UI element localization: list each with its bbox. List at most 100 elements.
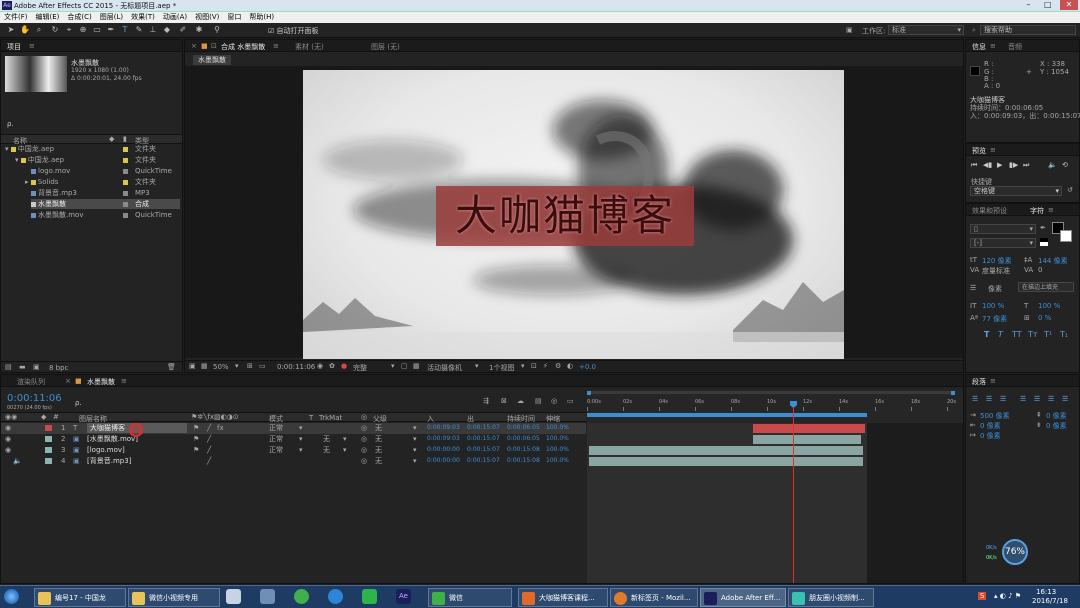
close-tab-icon[interactable]: ×: [191, 42, 197, 50]
menu-layer[interactable]: 图层(L): [96, 12, 127, 23]
list-item[interactable]: ▾ 中国龙.aep 文件夹: [15, 155, 180, 165]
label-color-swatch[interactable]: [45, 458, 52, 464]
stroke-color-swatch[interactable]: [1060, 230, 1072, 242]
layer-stretch[interactable]: 100.0%: [546, 423, 569, 433]
show-channel-icon[interactable]: ✿: [329, 362, 335, 370]
ae-taskbar-icon[interactable]: Ae: [396, 589, 411, 604]
align-left-icon[interactable]: ☰: [972, 395, 978, 403]
parent-pickwhip-icon[interactable]: ◎: [361, 434, 367, 444]
close-button[interactable]: ✕: [1060, 0, 1078, 10]
layer-in[interactable]: 0:00:09:03: [427, 423, 460, 433]
layer-bar-1[interactable]: [753, 424, 865, 433]
layer-duration[interactable]: 0:00:15:08: [507, 456, 540, 466]
layer-parent[interactable]: 无: [375, 456, 382, 466]
reset-exposure-icon[interactable]: ◐: [567, 362, 573, 370]
workspace-select[interactable]: 标准 ▾: [888, 25, 964, 35]
panel-menu-icon[interactable]: ≡: [121, 377, 127, 385]
camera-tool-icon[interactable]: ⌖: [64, 25, 74, 35]
justify-left-icon[interactable]: ☰: [1020, 395, 1026, 403]
tab-character[interactable]: 字符: [1030, 206, 1044, 216]
prev-frame-icon[interactable]: ◀▮: [983, 161, 992, 169]
label-color-swatch[interactable]: [45, 436, 52, 442]
new-folder-icon[interactable]: ▬: [19, 363, 26, 371]
zoom-tool-icon[interactable]: ⌕: [34, 25, 44, 35]
first-frame-icon[interactable]: ⏮: [971, 161, 977, 170]
eyedropper-icon[interactable]: ✒: [1040, 224, 1046, 232]
selection-tool-icon[interactable]: ➤: [6, 25, 16, 35]
viewer-canvas[interactable]: 大咖猫博客: [185, 66, 963, 359]
faux-italic-button[interactable]: T: [998, 330, 1003, 339]
menu-window[interactable]: 窗口: [223, 12, 245, 23]
col-trkmat[interactable]: TrkMat: [319, 414, 342, 422]
indent-first-value[interactable]: 0 像素: [980, 431, 1001, 441]
panel-menu-icon[interactable]: ≡: [990, 42, 996, 50]
tab-paragraph[interactable]: 段落: [972, 377, 986, 387]
shy-switch-icon[interactable]: ⚑: [193, 445, 199, 455]
shy-switch-icon[interactable]: ⚑: [193, 434, 199, 444]
horizontal-scale-value[interactable]: 100 %: [1038, 302, 1060, 310]
fx-switch-icon[interactable]: fx: [217, 423, 224, 433]
layer-trkmat[interactable]: 无: [323, 434, 330, 444]
align-center-icon[interactable]: ☰: [986, 395, 992, 403]
puppet-pin-tool-icon[interactable]: ⚲: [212, 25, 222, 35]
maximize-button[interactable]: □: [1041, 0, 1055, 10]
parent-pickwhip-icon[interactable]: ◎: [361, 456, 367, 466]
breadcrumb[interactable]: 水墨飘散: [193, 55, 231, 65]
menu-file[interactable]: 文件(F): [0, 12, 32, 23]
table-row[interactable]: ◉ 2 ▣ [水墨飘散.mov] ⚑ ╱ 正常 ▾ 无 ▾ ◎ 无 ▾ 0:00…: [1, 434, 586, 445]
tracking-value[interactable]: 0: [1038, 266, 1042, 274]
subscript-button[interactable]: T₁: [1060, 330, 1068, 339]
type-tool-icon[interactable]: T: [120, 25, 130, 35]
font-style-select[interactable]: [-] ▾: [970, 238, 1036, 248]
justify-all-icon[interactable]: ☰: [1062, 395, 1068, 403]
layer-out[interactable]: 0:00:15:07: [467, 456, 500, 466]
last-frame-icon[interactable]: ⏭: [1023, 161, 1029, 170]
taskbar-item-firefox[interactable]: 新标签页 - Mozil...: [610, 588, 698, 607]
panel-menu-icon[interactable]: ≡: [1048, 206, 1054, 214]
indent-left-value[interactable]: 500 像素: [980, 411, 1010, 421]
justify-right-icon[interactable]: ☰: [1048, 395, 1054, 403]
taskbar-item-explorer[interactable]: 编号17 - 中国龙: [34, 588, 126, 607]
zoom-select[interactable]: 50%: [213, 363, 229, 371]
hand-tool-icon[interactable]: ✋: [20, 25, 30, 35]
all-caps-button[interactable]: TT: [1012, 330, 1022, 339]
trash-icon[interactable]: 🗑: [167, 363, 176, 371]
viewer-timecode[interactable]: 0:00:11:06: [277, 363, 315, 371]
region-interest-icon[interactable]: ▢: [401, 362, 408, 370]
browser-360-icon[interactable]: [294, 589, 309, 604]
clock-date[interactable]: 2016/7/18: [1032, 597, 1068, 605]
camera-select[interactable]: 活动摄像机: [427, 363, 462, 373]
eraser-tool-icon[interactable]: ◆: [162, 25, 172, 35]
menu-animation[interactable]: 动画(A): [159, 12, 191, 23]
resolution-icon[interactable]: ⊞: [247, 362, 253, 370]
tab-footage[interactable]: 素材 (无): [295, 42, 324, 52]
layer-out[interactable]: 0:00:15:07: [467, 423, 500, 433]
list-item[interactable]: logo.mov QuickTime: [31, 166, 180, 176]
faux-bold-button[interactable]: T: [984, 330, 989, 339]
reset-icon[interactable]: ↺: [1067, 186, 1073, 194]
navigator-start-handle[interactable]: [587, 391, 591, 395]
visibility-eye-icon[interactable]: ◉: [5, 423, 11, 433]
tool-icon[interactable]: [260, 589, 275, 604]
panel-menu-icon[interactable]: ≡: [29, 42, 35, 50]
rotate-tool-icon[interactable]: ↻: [50, 25, 60, 35]
puppet-tool-icon[interactable]: ✱: [194, 25, 204, 35]
shortcut-select[interactable]: 空格键 ▾: [970, 186, 1062, 196]
draft-3d-icon[interactable]: ⊠: [501, 397, 507, 405]
menu-effect[interactable]: 效果(T): [127, 12, 159, 23]
font-size-value[interactable]: 120 像素: [982, 256, 1012, 266]
stroke-width-value[interactable]: 像素: [988, 284, 1002, 294]
layer-out[interactable]: 0:00:15:07: [467, 434, 500, 444]
navigator-end-handle[interactable]: [951, 391, 955, 395]
timeline-timecode[interactable]: 0:00:11:06: [7, 393, 62, 404]
layer-duration[interactable]: 0:00:15:08: [507, 445, 540, 455]
vertical-scale-value[interactable]: 100 %: [982, 302, 1004, 310]
layer-mode[interactable]: 正常: [269, 434, 283, 444]
tab-preview[interactable]: 预览: [972, 146, 986, 156]
tab-audio[interactable]: 音频: [1008, 42, 1022, 52]
layer-bar-3[interactable]: [589, 446, 863, 455]
color-channel-icon[interactable]: ●: [341, 362, 347, 370]
interpret-footage-icon[interactable]: ▤: [5, 363, 12, 371]
clone-stamp-tool-icon[interactable]: ⊥: [148, 25, 158, 35]
network-meter-gauge[interactable]: 76%: [1002, 539, 1028, 565]
